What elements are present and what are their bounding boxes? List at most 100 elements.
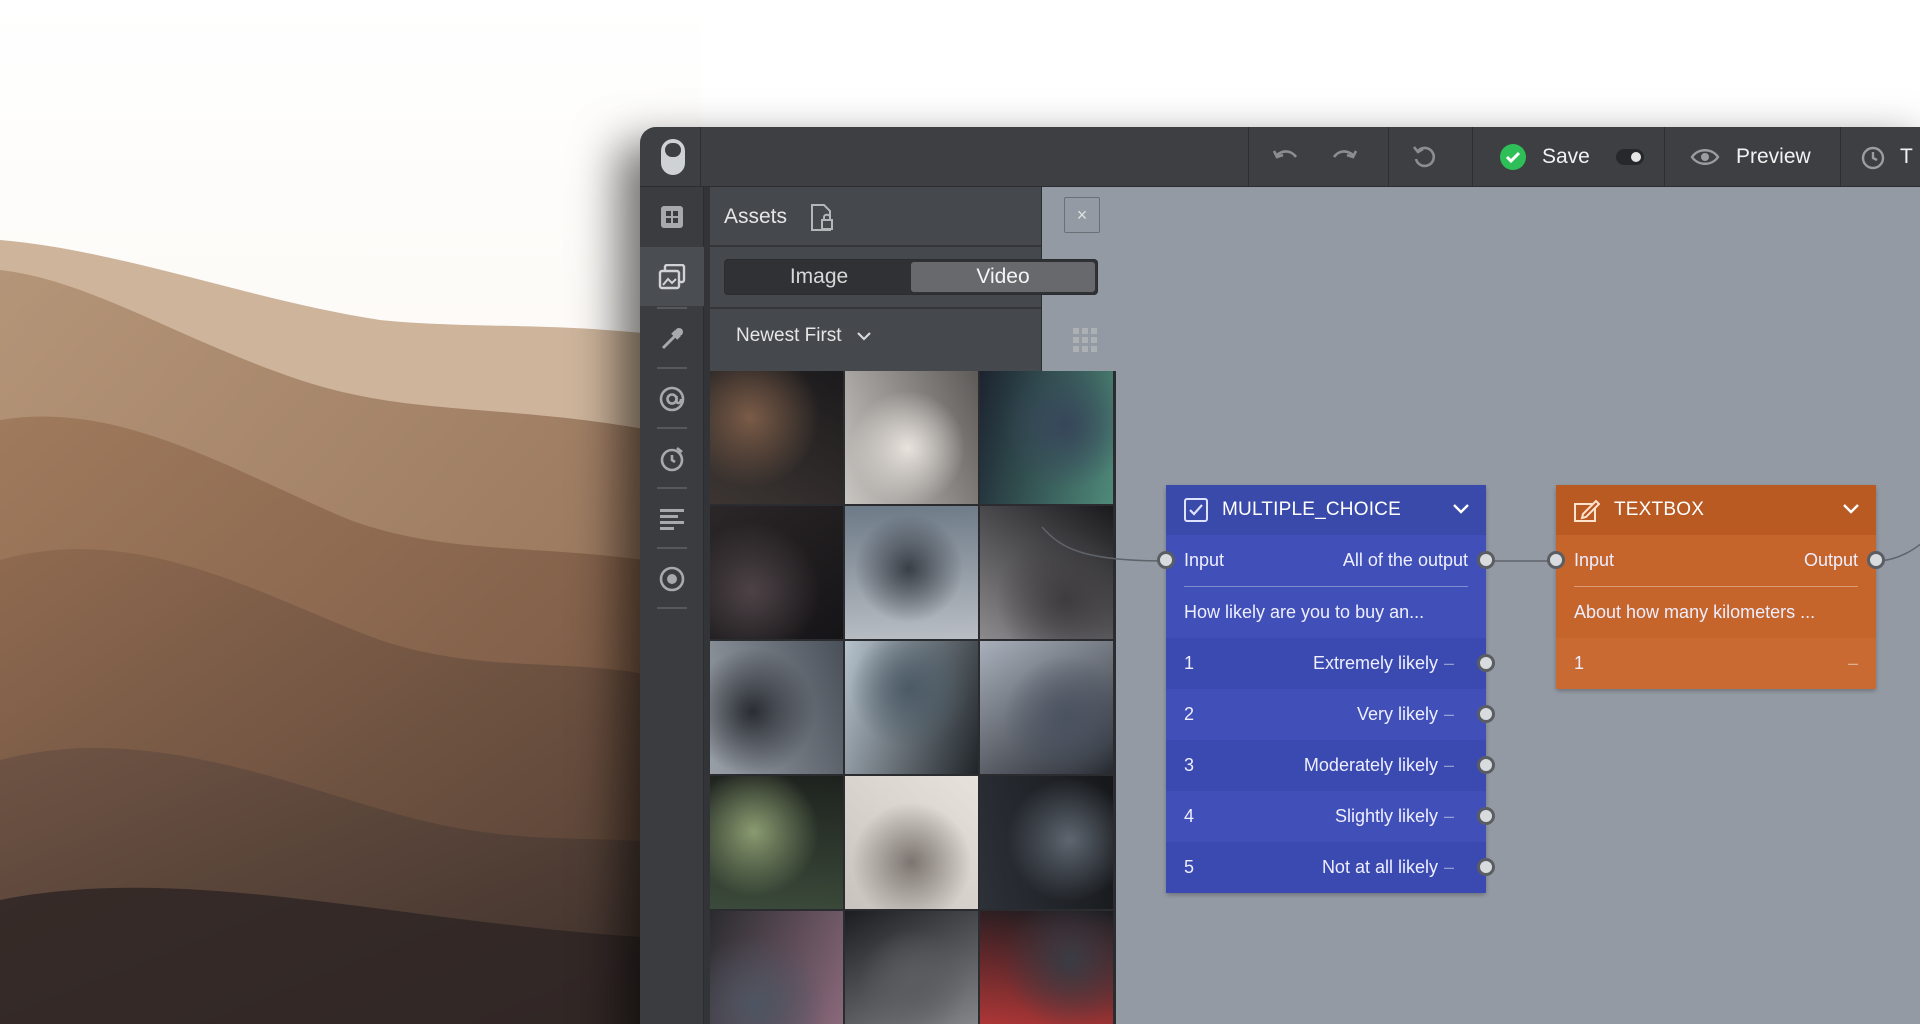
question-text: How likely are you to buy an... [1184, 602, 1425, 622]
grid-view-icon[interactable] [1072, 327, 1098, 353]
choice-number: 2 [1184, 704, 1195, 724]
close-button[interactable]: × [1064, 197, 1100, 233]
asset-thumbnail[interactable] [980, 506, 1113, 639]
close-icon: × [1076, 204, 1088, 225]
timer-button[interactable]: T [1860, 127, 1920, 187]
icon-rail [640, 187, 704, 1024]
asset-thumbnail[interactable] [845, 776, 978, 909]
question-row[interactable]: About how many kilometers ... [1556, 587, 1876, 638]
node-header[interactable]: MULTIPLE_CHOICE [1166, 485, 1486, 535]
output-port[interactable] [1477, 705, 1495, 723]
asset-thumbnail[interactable] [980, 776, 1113, 909]
chevron-down-icon [856, 332, 871, 341]
at-sign-icon[interactable] [640, 369, 704, 428]
record-icon[interactable] [640, 549, 704, 608]
node-title: TEXTBOX [1614, 499, 1705, 520]
asset-thumbnail[interactable] [710, 506, 843, 639]
grid-icon[interactable] [640, 187, 704, 246]
output-port[interactable] [1477, 654, 1495, 672]
checkbox-icon [1184, 498, 1208, 522]
asset-thumbnail[interactable] [980, 641, 1113, 774]
choice-label: Extremely likely [1312, 653, 1438, 673]
asset-thumbnail[interactable] [845, 371, 978, 504]
assets-panel: Assets × Image Video Newest First [704, 187, 1116, 1024]
input-port[interactable] [1547, 551, 1565, 569]
timer-icon[interactable] [640, 429, 704, 488]
gallery-icon[interactable] [640, 247, 704, 306]
asset-thumbnail[interactable] [980, 911, 1113, 1024]
preview-label: Preview [1736, 145, 1811, 168]
input-label: Input [1574, 550, 1615, 570]
output-port[interactable] [1477, 807, 1495, 825]
node-title: MULTIPLE_CHOICE [1222, 499, 1401, 520]
eyedropper-icon[interactable] [640, 309, 704, 368]
assets-header: Assets × [710, 187, 1100, 247]
asset-type-toggle: Image Video [724, 259, 1098, 295]
output-label: Output [1803, 550, 1858, 570]
sort-label: Newest First [736, 325, 842, 346]
output-label: All of the output [1342, 550, 1468, 570]
dash-icon: – [1443, 653, 1454, 673]
desert-background-image [0, 0, 700, 1024]
save-label: Save [1542, 145, 1590, 168]
input-port[interactable] [1157, 551, 1175, 569]
choice-row[interactable]: 5 Not at all likely – [1166, 842, 1495, 893]
check-circle-icon [1500, 144, 1526, 170]
undo-icon[interactable] [1260, 127, 1310, 187]
sort-row: Newest First [710, 307, 1097, 369]
editor-window: Save Preview T Assets × Image Video Newe… [640, 127, 1920, 1024]
autosave-toggle[interactable] [1610, 127, 1650, 187]
asset-thumbnail[interactable] [980, 371, 1113, 504]
output-port[interactable] [1477, 756, 1495, 774]
text-align-icon[interactable] [640, 489, 704, 548]
question-row[interactable]: How likely are you to buy an... [1166, 587, 1486, 638]
choice-number: 5 [1184, 857, 1195, 877]
dash-icon: – [1443, 806, 1454, 826]
asset-thumbnail[interactable] [710, 641, 843, 774]
output-port[interactable] [1867, 551, 1885, 569]
output-port[interactable] [1477, 551, 1495, 569]
choice-label: Slightly likely [1334, 806, 1438, 826]
textbox-node[interactable]: TEXTBOX Input Output About how many kilo… [1547, 485, 1885, 689]
answer-row[interactable]: 1 – [1556, 638, 1876, 689]
assets-title: Assets [724, 205, 788, 228]
choice-row[interactable]: 4 Slightly likely – [1166, 791, 1495, 842]
choice-row[interactable]: 3 Moderately likely – [1166, 740, 1495, 791]
tab-image[interactable]: Image [727, 262, 911, 292]
tab-video[interactable]: Video [911, 262, 1095, 292]
dash-icon: – [1443, 755, 1454, 775]
input-label: Input [1184, 550, 1225, 570]
asset-thumbnail[interactable] [845, 911, 978, 1024]
asset-thumbnail[interactable] [710, 776, 843, 909]
asset-thumbnail[interactable] [845, 641, 978, 774]
io-row: Input Output [1547, 535, 1885, 586]
asset-thumbnail-grid [710, 371, 1116, 1024]
asset-thumbnail[interactable] [845, 506, 978, 639]
choice-number: 1 [1184, 653, 1195, 673]
choice-number: 3 [1184, 755, 1195, 775]
choice-row[interactable]: 2 Very likely – [1166, 689, 1495, 740]
node-header[interactable]: TEXTBOX [1556, 485, 1876, 535]
edit-icon [1574, 499, 1600, 522]
sort-dropdown[interactable]: Newest First [736, 325, 872, 347]
choice-label: Moderately likely [1303, 755, 1438, 775]
app-logo-icon[interactable] [650, 127, 696, 187]
timer-icon [1861, 146, 1885, 170]
truncated-label: T [1900, 145, 1913, 168]
chevron-down-icon[interactable] [1452, 500, 1470, 518]
eye-icon [1690, 149, 1720, 165]
revert-icon[interactable] [1398, 127, 1450, 187]
choice-row[interactable]: 1 Extremely likely – [1166, 638, 1495, 689]
question-text: About how many kilometers ... [1574, 602, 1816, 622]
choice-label: Very likely [1356, 704, 1438, 724]
dash-icon: – [1443, 704, 1454, 724]
chevron-down-icon[interactable] [1842, 500, 1860, 518]
output-port[interactable] [1477, 858, 1495, 876]
asset-thumbnail[interactable] [710, 371, 843, 504]
redo-icon[interactable] [1320, 127, 1370, 187]
asset-thumbnail[interactable] [710, 911, 843, 1024]
lock-file-icon[interactable] [810, 204, 836, 232]
row-number: 1 [1574, 653, 1585, 673]
multiple-choice-node[interactable]: MULTIPLE_CHOICE Input All of the output … [1157, 485, 1495, 893]
preview-button[interactable]: Preview [1690, 127, 1840, 187]
